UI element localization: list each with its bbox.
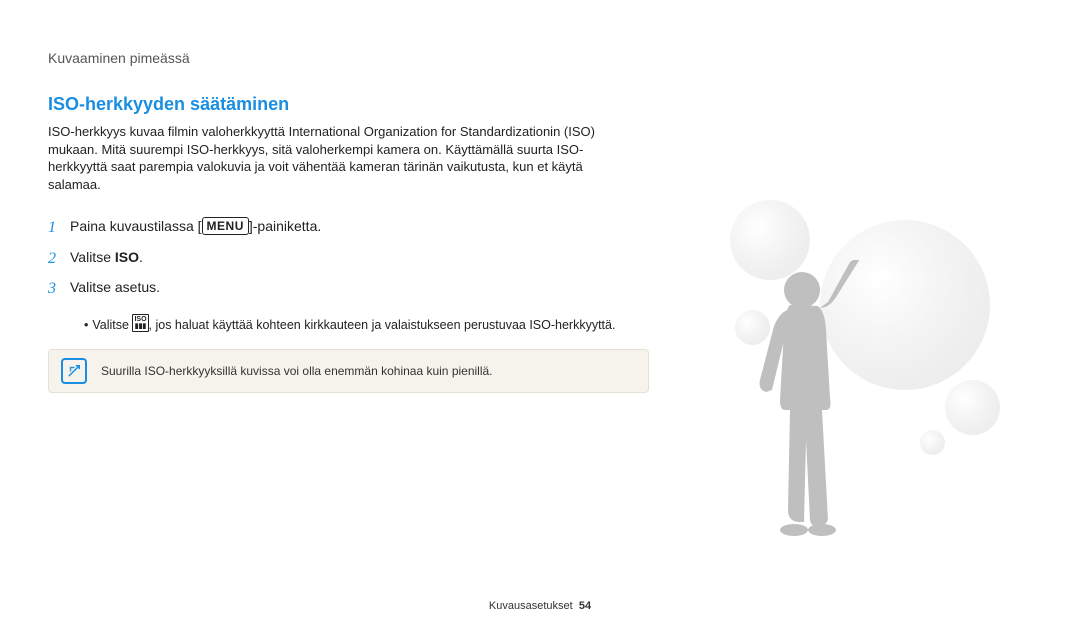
step-1-post: ]-painiketta. [249, 218, 321, 234]
steps-list: 1 Paina kuvaustilassa [MENU]-painiketta.… [48, 213, 618, 304]
note-icon [61, 358, 87, 384]
page-footer: Kuvausasetukset 54 [0, 600, 1080, 612]
step-number: 3 [48, 274, 62, 304]
step-1-pre: Paina kuvaustilassa [ [70, 218, 202, 234]
breadcrumb: Kuvaaminen pimeässä [48, 50, 1032, 66]
step-2-post: . [139, 249, 143, 265]
step-number: 1 [48, 213, 62, 243]
iso-auto-icon: ISO▮▮▮ [132, 314, 148, 332]
footer-label: Kuvausasetukset [489, 600, 573, 612]
note-box: Suurilla ISO-herkkyyksillä kuvissa voi o… [48, 349, 649, 393]
menu-button-icon: MENU [202, 217, 249, 235]
step-2-bold: ISO [115, 249, 139, 265]
bullet-dot: • [84, 318, 88, 332]
note-text: Suurilla ISO-herkkyyksillä kuvissa voi o… [101, 364, 493, 378]
step-3: 3 Valitse asetus. [48, 274, 618, 304]
step-2-pre: Valitse [70, 249, 115, 265]
step-2: 2 Valitse ISO. [48, 244, 618, 274]
step-1: 1 Paina kuvaustilassa [MENU]-painiketta. [48, 213, 618, 243]
sub-pre: Valitse [92, 318, 132, 332]
sub-post: , jos haluat käyttää kohteen kirkkauteen… [149, 318, 616, 332]
step-3-text: Valitse asetus. [70, 274, 160, 301]
intro-paragraph: ISO-herkkyys kuvaa filmin valoherkkyyttä… [48, 123, 618, 193]
step-3-subbullet: • Valitse ISO▮▮▮, jos haluat käyttää koht… [48, 314, 654, 335]
footer-page-number: 54 [579, 600, 591, 612]
section-title: ISO-herkkyyden säätäminen [48, 94, 1032, 115]
step-number: 2 [48, 244, 62, 274]
